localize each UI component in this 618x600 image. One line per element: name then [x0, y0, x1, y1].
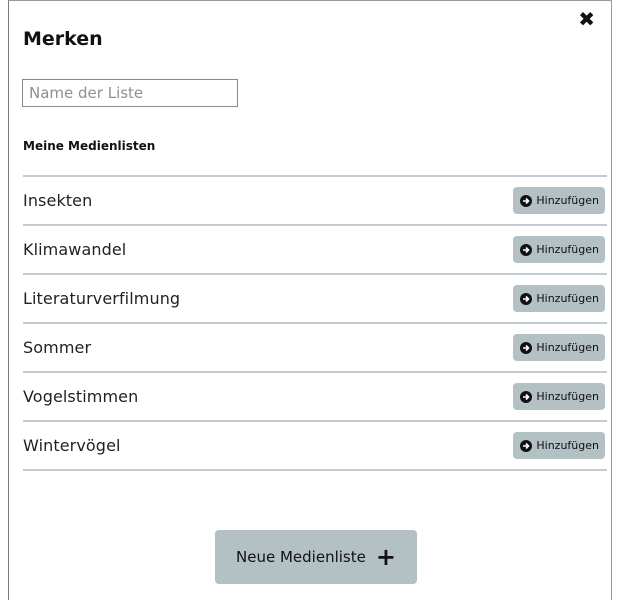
arrow-right-circle-icon	[520, 243, 533, 256]
add-button-label: Hinzufügen	[536, 292, 599, 305]
list-item-insekten: Insekten Hinzufügen	[23, 177, 607, 226]
add-button[interactable]: Hinzufügen	[513, 285, 605, 312]
new-media-list-button[interactable]: Neue Medienliste +	[215, 530, 417, 584]
list-item-label: Literaturverfilmung	[23, 289, 181, 308]
list-item-klimawandel: Klimawandel Hinzufügen	[23, 226, 607, 275]
list-item-label: Klimawandel	[23, 240, 127, 259]
arrow-right-circle-icon	[520, 439, 533, 452]
arrow-right-circle-icon	[520, 292, 533, 305]
add-button[interactable]: Hinzufügen	[513, 432, 605, 459]
arrow-right-circle-icon	[520, 390, 533, 403]
media-list: Insekten Hinzufügen Klimawandel Hinzufüg…	[23, 175, 607, 471]
add-button[interactable]: Hinzufügen	[513, 236, 605, 263]
add-button[interactable]: Hinzufügen	[513, 383, 605, 410]
add-button-label: Hinzufügen	[536, 439, 599, 452]
list-item-wintervoegel: Wintervögel Hinzufügen	[23, 422, 607, 471]
close-icon[interactable]: ✖	[578, 9, 595, 29]
list-item-literaturverfilmung: Literaturverfilmung Hinzufügen	[23, 275, 607, 324]
add-button-label: Hinzufügen	[536, 194, 599, 207]
add-button-label: Hinzufügen	[536, 390, 599, 403]
add-button[interactable]: Hinzufügen	[513, 334, 605, 361]
list-item-label: Vogelstimmen	[23, 387, 139, 406]
list-item-label: Sommer	[23, 338, 92, 357]
arrow-right-circle-icon	[520, 341, 533, 354]
add-button[interactable]: Hinzufügen	[513, 187, 605, 214]
merken-dialog: ✖ Merken Meine Medienlisten Insekten Hin…	[8, 0, 612, 600]
dialog-title: Merken	[23, 28, 103, 50]
list-item-sommer: Sommer Hinzufügen	[23, 324, 607, 373]
list-item-vogelstimmen: Vogelstimmen Hinzufügen	[23, 373, 607, 422]
list-item-label: Insekten	[23, 191, 93, 210]
arrow-right-circle-icon	[520, 194, 533, 207]
add-button-label: Hinzufügen	[536, 341, 599, 354]
add-button-label: Hinzufügen	[536, 243, 599, 256]
plus-icon: +	[375, 543, 396, 571]
list-item-label: Wintervögel	[23, 436, 121, 455]
section-heading: Meine Medienlisten	[23, 139, 156, 153]
list-name-input[interactable]	[22, 79, 238, 107]
new-media-list-label: Neue Medienliste	[236, 548, 366, 566]
